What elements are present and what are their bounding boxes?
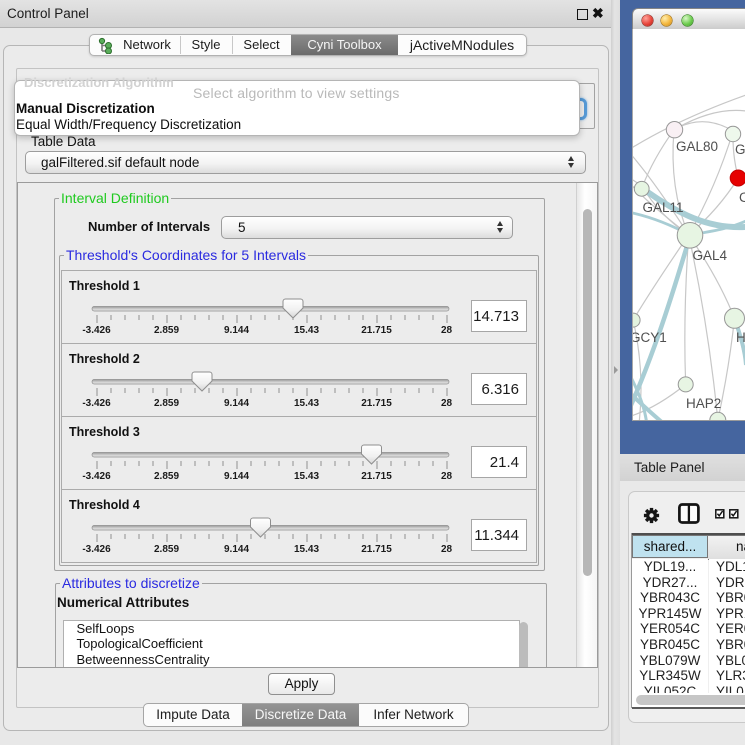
svg-text:GAL11: GAL11 [643,200,684,215]
svg-text:C: C [739,190,745,205]
svg-text:GAL4: GAL4 [693,248,728,263]
svg-text:GAL80: GAL80 [676,139,718,154]
svg-text:HAP2: HAP2 [686,396,721,411]
svg-text:GCY1: GCY1 [633,330,667,345]
svg-text:H: H [736,330,745,345]
svg-text:GA: GA [735,142,745,157]
